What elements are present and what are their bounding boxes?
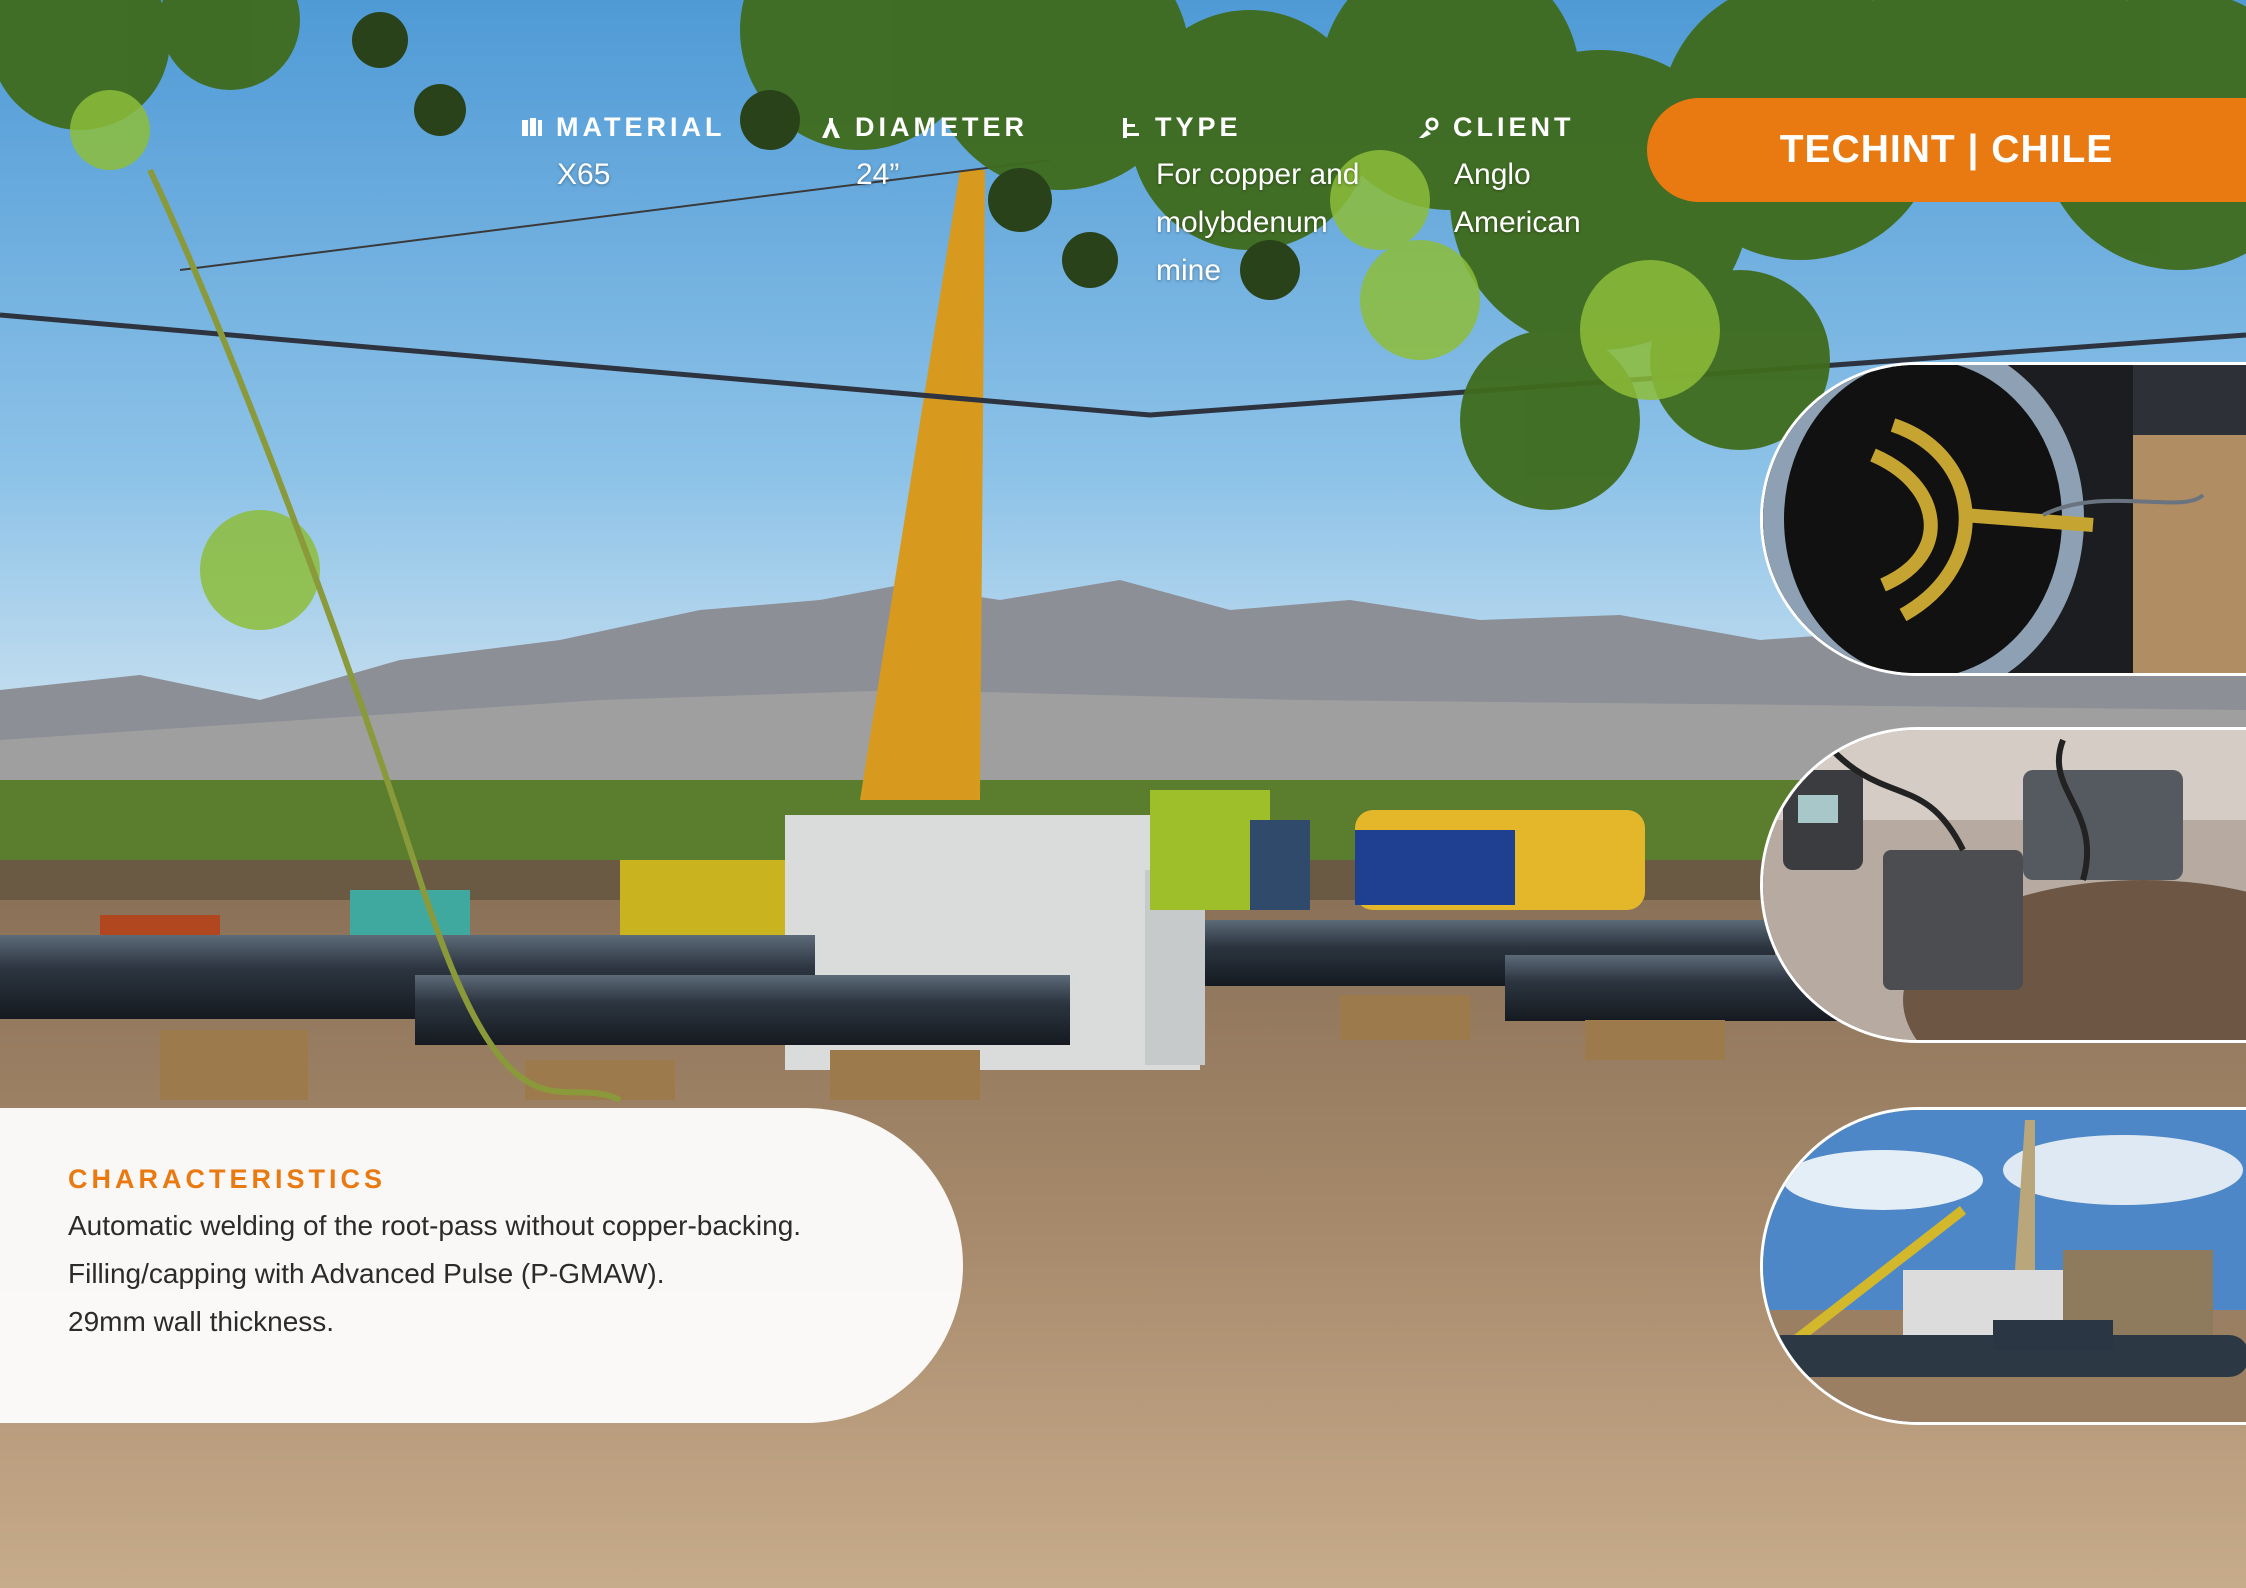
diameter-icon [819, 116, 843, 140]
thumbnail-welding-machine-photo [1760, 727, 2246, 1043]
spec-value: X65 [557, 158, 611, 191]
material-icon [520, 116, 544, 140]
spec-material: MATERIAL X65 [520, 112, 725, 199]
spec-value-line-1: Anglo [1454, 158, 1531, 191]
spec-value-line-2: molybdenum [1156, 206, 1328, 239]
characteristics-line-3: 29mm wall thickness. [68, 1306, 335, 1337]
characteristics-line-2: Filling/capping with Advanced Pulse (P-G… [68, 1258, 665, 1289]
spec-client: CLIENT Anglo American [1417, 112, 1581, 247]
spec-label: DIAMETER [855, 112, 1028, 142]
type-icon [1119, 116, 1143, 140]
characteristics-title: CHARACTERISTICS [68, 1164, 387, 1194]
spec-type: TYPE For copper and molybdenum mine [1119, 112, 1359, 295]
badge-text: TECHINT | CHILE [1779, 128, 2114, 171]
thumbnail-crane-pipeline-photo [1760, 1107, 2246, 1425]
characteristics-panel: CHARACTERISTICS Automatic welding of the… [0, 1108, 963, 1423]
spec-label: CLIENT [1453, 112, 1575, 142]
spec-value-line-2: American [1454, 206, 1581, 239]
spec-label: MATERIAL [556, 112, 726, 142]
client-icon [1417, 116, 1441, 140]
spec-value-line-3: mine [1156, 254, 1222, 287]
project-badge: TECHINT | CHILE [1647, 98, 2246, 202]
characteristics-line-1: Automatic welding of the root-pass witho… [68, 1210, 802, 1241]
spec-value-line-1: For copper and [1156, 158, 1360, 191]
spec-diameter: DIAMETER 24” [819, 112, 1028, 199]
spec-label: TYPE [1155, 112, 1242, 142]
spec-value: 24” [856, 158, 900, 191]
thumbnail-pipe-interior-photo [1760, 362, 2246, 676]
